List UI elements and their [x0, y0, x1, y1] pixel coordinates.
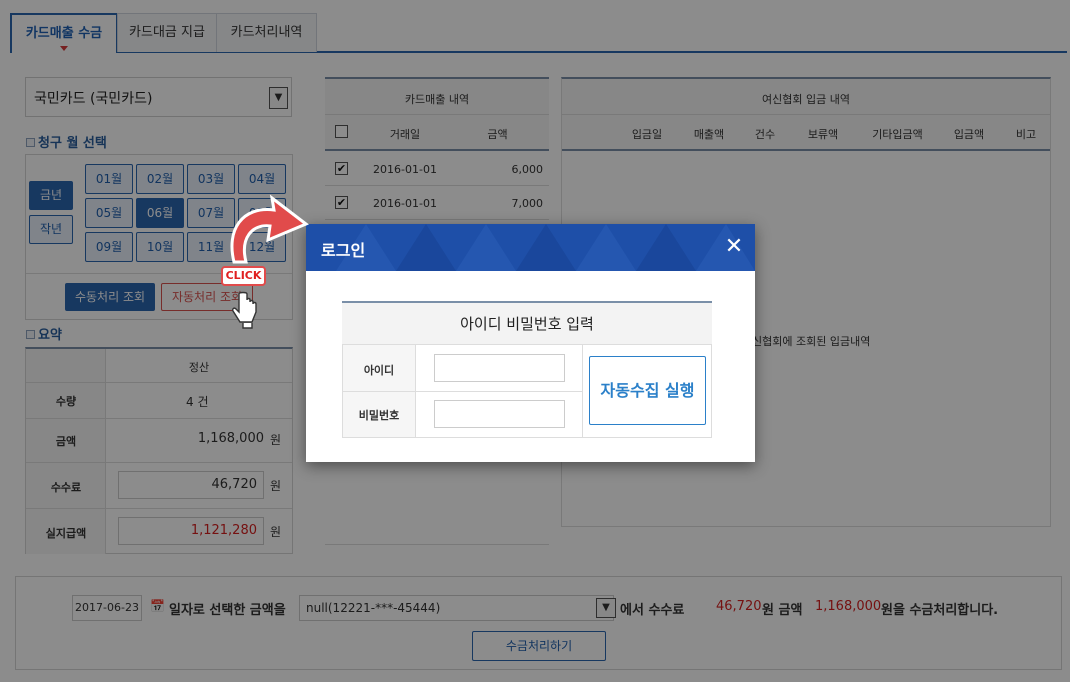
- net-label: 실지급액: [45, 527, 87, 540]
- card-select-value: 국민카드 (국민카드): [34, 91, 153, 107]
- password-input[interactable]: [434, 400, 565, 428]
- password-label: 비밀번호: [358, 409, 400, 422]
- row-checkbox[interactable]: ✔: [335, 162, 348, 175]
- deposit-table-title: 여신협회 입금 내역: [762, 93, 850, 106]
- bottom-text-2: 에서 수수료: [620, 603, 685, 618]
- month-button-09[interactable]: 09월: [85, 232, 133, 262]
- summary-section-title: 요약: [26, 324, 62, 343]
- fee-unit: 원: [270, 479, 282, 493]
- deposit-col: 건수: [754, 128, 776, 141]
- header-pattern: [336, 224, 755, 271]
- bottom-text-4: 원을 수금처리합니다.: [881, 603, 999, 618]
- click-callout: CLICK: [221, 266, 266, 286]
- page: 카드매출 수금 카드대금 지급 카드처리내역 국민카드 (국민카드) ▼ 청구 …: [0, 0, 1070, 682]
- tab-label: 카드대금 지급: [129, 25, 205, 40]
- month-button-10[interactable]: 10월: [136, 232, 184, 262]
- close-icon[interactable]: ✕: [721, 233, 747, 261]
- collect-button[interactable]: 수금처리하기: [472, 631, 606, 661]
- chevron-down-icon[interactable]: ▼: [596, 598, 616, 618]
- sales-row-amount: 6,000: [511, 163, 544, 176]
- month-button-06-selected[interactable]: 06월: [136, 198, 184, 228]
- sales-col-date: 거래일: [389, 128, 421, 141]
- deposit-col: 기타입금액: [872, 128, 923, 141]
- tab-card-sales-collection[interactable]: 카드매출 수금: [10, 13, 118, 53]
- month-button-05[interactable]: 05월: [85, 198, 133, 228]
- calendar-icon[interactable]: 📅: [150, 599, 165, 613]
- month-button-02[interactable]: 02월: [136, 164, 184, 194]
- modal-header: 로그인 ✕: [306, 224, 755, 271]
- fee-amount: 46,720: [716, 599, 762, 614]
- amount-unit: 원: [270, 433, 282, 447]
- modal-title: 로그인: [321, 241, 366, 260]
- login-modal: 로그인 ✕ 아이디 비밀번호 입력 아이디 비밀번호 자동수집 실행: [306, 224, 755, 462]
- card-select[interactable]: 국민카드 (국민카드) ▼: [25, 77, 292, 117]
- deposit-col: 매출액: [693, 128, 725, 141]
- summary-table: 정산 수량 4 건 금액 1,168,000 원 수수료 46,720 원 실지…: [25, 347, 293, 554]
- row-checkbox[interactable]: ✔: [335, 196, 348, 209]
- tab-active-caret-icon: [60, 46, 68, 51]
- net-unit: 원: [270, 525, 282, 539]
- account-value: null(12221-***-45444): [306, 601, 441, 615]
- qty-value: 4 건: [186, 395, 209, 409]
- fee-field[interactable]: 46,720: [118, 471, 264, 499]
- id-input[interactable]: [434, 354, 565, 382]
- manual-query-button[interactable]: 수동처리 조회: [65, 283, 155, 311]
- select-all-checkbox[interactable]: [335, 125, 348, 138]
- section-square-icon: [26, 330, 35, 339]
- amount-label: 금액: [55, 435, 77, 448]
- tab-label: 카드매출 수금: [25, 26, 103, 41]
- section-square-icon: [26, 138, 35, 147]
- bottom-text-1: 일자로 선택한 금액을: [169, 603, 286, 618]
- summary-col-header: 정산: [188, 361, 210, 374]
- month-section-title: 청구 월 선택: [26, 132, 107, 151]
- last-year-button[interactable]: 작년: [29, 215, 73, 244]
- login-heading: 아이디 비밀번호 입력: [342, 303, 712, 345]
- sales-row-date: 2016-01-01: [373, 197, 437, 210]
- arrow-icon: [230, 194, 309, 264]
- deposit-col: 입금일: [631, 128, 663, 141]
- deposit-col: 보류액: [807, 128, 839, 141]
- fee-label: 수수료: [50, 481, 82, 494]
- tab-card-history[interactable]: 카드처리내역: [216, 13, 317, 52]
- this-year-button[interactable]: 금년: [29, 181, 73, 210]
- total-amount: 1,168,000: [815, 599, 882, 614]
- login-form: 아이디 비밀번호 입력 아이디 비밀번호 자동수집 실행: [342, 301, 712, 438]
- deposit-col: 입금액: [953, 128, 985, 141]
- net-amount-field[interactable]: 1,121,280: [118, 517, 264, 545]
- chevron-down-icon[interactable]: ▼: [269, 87, 288, 109]
- qty-label: 수량: [55, 395, 77, 408]
- sales-row-amount: 7,000: [511, 197, 544, 210]
- month-button-01[interactable]: 01월: [85, 164, 133, 194]
- id-label: 아이디: [363, 364, 395, 377]
- sales-row-date: 2016-01-01: [373, 163, 437, 176]
- account-select[interactable]: null(12221-***-45444): [299, 595, 614, 621]
- auto-collect-run-button[interactable]: 자동수집 실행: [589, 356, 706, 425]
- bottom-text-3: 원 금액: [762, 603, 803, 618]
- amount-value: 1,168,000: [197, 431, 264, 446]
- date-field[interactable]: 2017-06-23: [72, 595, 142, 621]
- hand-cursor-icon: [232, 291, 257, 329]
- tab-label: 카드처리내역: [230, 25, 303, 40]
- deposit-empty-text: 신협회에 조회된 입금내역: [752, 335, 871, 348]
- tab-bar: 카드매출 수금 카드대금 지급 카드처리내역: [10, 13, 1067, 53]
- sales-col-amount: 금액: [487, 128, 508, 141]
- deposit-col: 비고: [1015, 128, 1037, 141]
- sales-table-title: 카드매출 내역: [404, 93, 470, 106]
- collection-bar: 2017-06-23 📅 일자로 선택한 금액을 null(12221-***-…: [15, 576, 1062, 670]
- tab-card-payment[interactable]: 카드대금 지급: [117, 13, 217, 52]
